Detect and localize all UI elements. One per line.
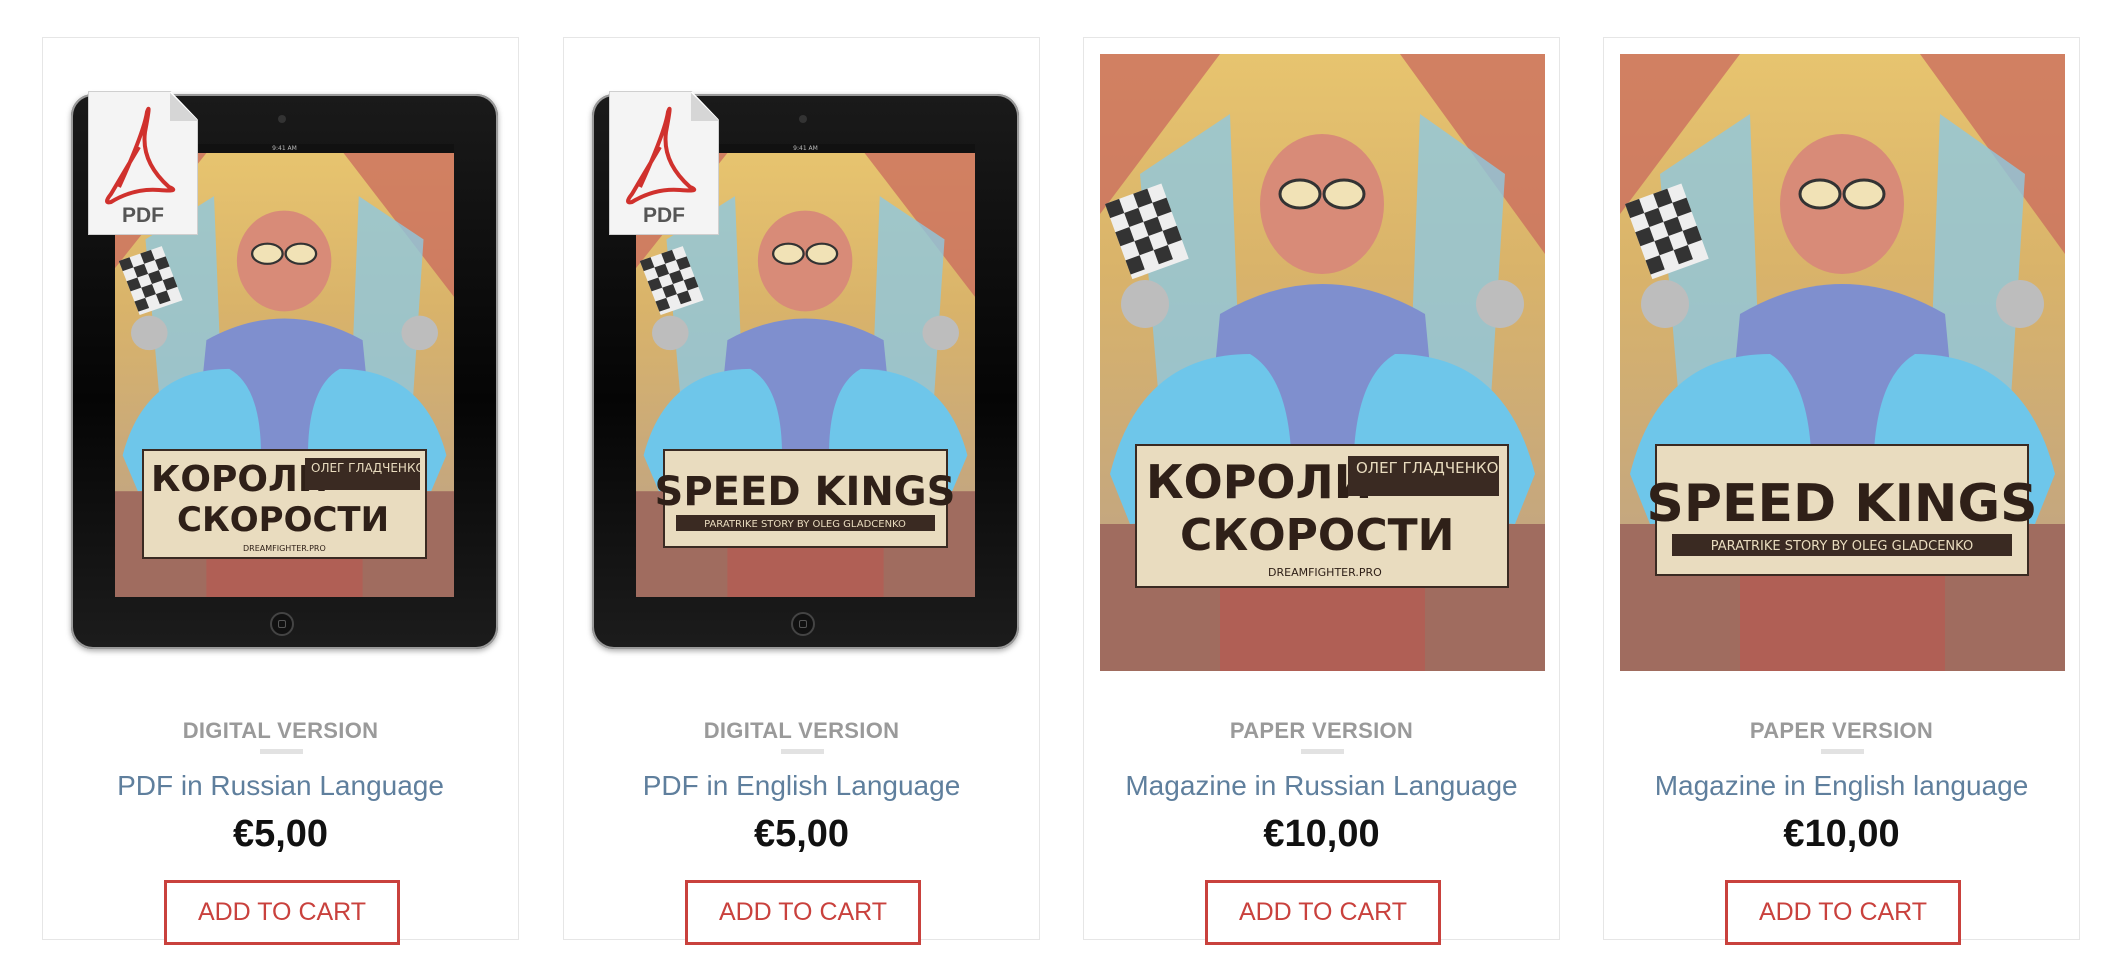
product-title-link[interactable]: PDF in Russian Language — [43, 770, 518, 802]
pdf-icon: PDF — [88, 91, 198, 235]
cover-title: SPEED KINGS — [655, 469, 956, 515]
cover-title: КОРОЛИ — [1146, 455, 1372, 509]
product-category[interactable]: DIGITAL VERSION — [43, 718, 518, 744]
product-image[interactable]: КОРОЛИ ОЛЕГ ГЛАДЧЕНКО СКОРОСТИ DREAMFIGH… — [1100, 54, 1545, 671]
product-price: €10,00 — [1263, 813, 1380, 855]
product-image[interactable]: 9:41 AM SPEED KINGS PARATRIKE STORY BY O… — [580, 54, 1025, 671]
product-card[interactable]: 9:41 AM КОРОЛИ ОЛЕГ ГЛАДЧЕНКО СКОРОСТИ D… — [42, 37, 519, 945]
product-price: €10,00 — [1783, 813, 1900, 855]
cover-site: DREAMFIGHTER.PRO — [243, 544, 326, 553]
product-title-link[interactable]: Magazine in English language — [1604, 770, 2079, 802]
product-category[interactable]: PAPER VERSION — [1084, 718, 1559, 744]
add-to-cart-button[interactable]: ADD TO CART — [1725, 880, 1961, 945]
product-category[interactable]: PAPER VERSION — [1604, 718, 2079, 744]
product-category[interactable]: DIGITAL VERSION — [564, 718, 1039, 744]
product-title-link[interactable]: PDF in English Language — [564, 770, 1039, 802]
product-card[interactable]: SPEED KINGS PARATRIKE STORY BY OLEG GLAD… — [1603, 37, 2080, 945]
cover-author: ОЛЕГ ГЛАДЧЕНКО — [1356, 459, 1498, 477]
divider — [1301, 749, 1344, 754]
product-card[interactable]: КОРОЛИ ОЛЕГ ГЛАДЧЕНКО СКОРОСТИ DREAMFIGH… — [1083, 37, 1560, 945]
product-price: €5,00 — [232, 813, 329, 855]
product-image[interactable]: 9:41 AM КОРОЛИ ОЛЕГ ГЛАДЧЕНКО СКОРОСТИ D… — [59, 54, 504, 671]
pdf-label: PDF — [643, 204, 685, 227]
pdf-label: PDF — [122, 204, 164, 227]
add-to-cart-button[interactable]: ADD TO CART — [1205, 880, 1441, 945]
add-to-cart-button[interactable]: ADD TO CART — [685, 880, 921, 945]
divider — [781, 749, 824, 754]
cover-title-2: СКОРОСТИ — [177, 500, 389, 540]
tablet-home-button — [270, 612, 294, 636]
cover-subtitle: PARATRIKE STORY BY OLEG GLADCENKO — [704, 519, 906, 530]
cover-author: ОЛЕГ ГЛАДЧЕНКО — [311, 461, 425, 475]
pdf-icon: PDF — [609, 91, 719, 235]
product-card[interactable]: 9:41 AM SPEED KINGS PARATRIKE STORY BY O… — [563, 37, 1040, 945]
tablet-camera — [799, 115, 807, 123]
cover-title: SPEED KINGS — [1646, 474, 2037, 534]
product-title-link[interactable]: Magazine in Russian Language — [1084, 770, 1559, 802]
add-to-cart-button[interactable]: ADD TO CART — [164, 880, 400, 945]
product-image[interactable]: SPEED KINGS PARATRIKE STORY BY OLEG GLAD… — [1620, 54, 2065, 671]
cover-illustration: КОРОЛИ ОЛЕГ ГЛАДЧЕНКО СКОРОСТИ DREAMFIGH… — [1100, 54, 1545, 671]
divider — [1821, 749, 1864, 754]
product-price: €5,00 — [753, 813, 850, 855]
divider — [260, 749, 303, 754]
tablet-home-button — [791, 612, 815, 636]
cover-site: DREAMFIGHTER.PRO — [1268, 566, 1382, 579]
cover-title-2: СКОРОСТИ — [1180, 510, 1454, 561]
product-grid: 9:41 AM КОРОЛИ ОЛЕГ ГЛАДЧЕНКО СКОРОСТИ D… — [0, 0, 2122, 976]
tablet-camera — [278, 115, 286, 123]
cover-subtitle: PARATRIKE STORY BY OLEG GLADCENKO — [1711, 539, 1973, 554]
cover-illustration: SPEED KINGS PARATRIKE STORY BY OLEG GLAD… — [1620, 54, 2065, 671]
cover-title: КОРОЛИ — [151, 459, 328, 500]
